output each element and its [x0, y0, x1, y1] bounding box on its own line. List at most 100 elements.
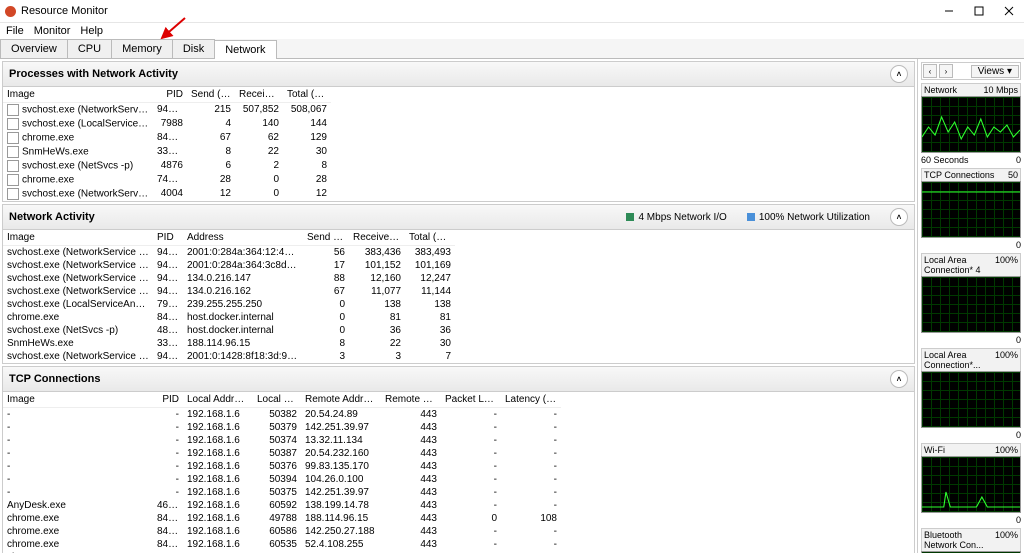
- cell: -: [501, 460, 561, 473]
- cell: 0: [235, 173, 283, 187]
- checkbox[interactable]: [7, 174, 19, 186]
- panel-tcp-title: TCP Connections: [9, 373, 100, 385]
- cell: chrome.exe: [3, 538, 153, 551]
- cell: -: [501, 408, 561, 421]
- tab-disk[interactable]: Disk: [172, 39, 215, 58]
- panel-activity-header[interactable]: Network Activity 4 Mbps Network I/O 100%…: [3, 205, 914, 230]
- tab-cpu[interactable]: CPU: [67, 39, 112, 58]
- chevron-down-icon: ▾: [1007, 66, 1012, 77]
- column-header[interactable]: Packet Loss (%): [441, 392, 501, 408]
- checkbox[interactable]: [7, 118, 19, 130]
- close-button[interactable]: [994, 0, 1024, 22]
- panel-processes-title: Processes with Network Activity: [9, 68, 178, 80]
- column-header[interactable]: Local Port: [253, 392, 301, 408]
- cell: chrome.exe: [3, 173, 153, 187]
- chart-footer: 60 Seconds0: [921, 155, 1021, 165]
- cell: 4004: [153, 187, 187, 201]
- main-area: Processes with Network Activity ˄ ImageP…: [0, 59, 918, 553]
- cell: -: [441, 525, 501, 538]
- cell: -: [441, 551, 501, 553]
- column-header[interactable]: PID: [153, 392, 183, 408]
- column-header[interactable]: Send (B/sec): [303, 230, 349, 246]
- chevron-up-icon[interactable]: ˄: [890, 370, 908, 388]
- cell: 56: [303, 246, 349, 259]
- cell: 4688: [153, 499, 183, 512]
- cell: 12,247: [405, 272, 455, 285]
- chart-title: Local Area Connection*...: [924, 350, 995, 370]
- column-header[interactable]: Image: [3, 87, 153, 103]
- cell: 443: [381, 434, 441, 447]
- arrow-left-icon[interactable]: ‹: [923, 64, 937, 78]
- cell: 60535: [253, 538, 301, 551]
- cell: 192.168.1.6: [183, 512, 253, 525]
- column-header[interactable]: Latency (ms): [501, 392, 561, 408]
- cell: 192.168.1.6: [183, 486, 253, 499]
- column-header[interactable]: Image: [3, 392, 153, 408]
- checkbox[interactable]: [7, 104, 19, 116]
- minimize-button[interactable]: [934, 0, 964, 22]
- cell: 50394: [253, 473, 301, 486]
- cell: svchost.exe (NetworkService -p): [3, 285, 153, 298]
- column-header[interactable]: PID: [153, 230, 183, 246]
- cell: 383,493: [405, 246, 455, 259]
- checkbox[interactable]: [7, 146, 19, 158]
- indicator-network-util: 100% Network Utilization: [759, 212, 870, 223]
- panel-tcp-header[interactable]: TCP Connections ˄: [3, 367, 914, 392]
- column-header[interactable]: Remote Port: [381, 392, 441, 408]
- column-header[interactable]: PID: [153, 87, 187, 103]
- tab-overview[interactable]: Overview: [0, 39, 68, 58]
- menu-help[interactable]: Help: [80, 25, 103, 37]
- chevron-up-icon[interactable]: ˄: [890, 65, 908, 83]
- cell: 50379: [253, 421, 301, 434]
- panel-tcp: TCP Connections ˄ ImagePIDLocal AddressL…: [2, 366, 915, 553]
- views-dropdown[interactable]: Views ▾: [971, 65, 1019, 78]
- panel-processes-header[interactable]: Processes with Network Activity ˄: [3, 62, 914, 87]
- tab-network[interactable]: Network: [214, 40, 276, 59]
- column-header[interactable]: Total (B/sec): [405, 230, 455, 246]
- cell: 8: [303, 337, 349, 350]
- arrow-right-icon[interactable]: ›: [939, 64, 953, 78]
- cell: svchost.exe (LocalServiceAndNoImpersonat…: [3, 117, 153, 131]
- cell: -: [441, 447, 501, 460]
- cell: 62: [235, 131, 283, 145]
- checkbox[interactable]: [7, 132, 19, 144]
- cell: 11,144: [405, 285, 455, 298]
- checkbox[interactable]: [7, 188, 19, 200]
- cell: 17: [303, 259, 349, 272]
- column-header[interactable]: Receive (B/sec): [235, 87, 283, 103]
- column-header[interactable]: Total (B/sec): [283, 87, 331, 103]
- cell: chrome.exe: [3, 512, 153, 525]
- column-header[interactable]: Remote Address: [301, 392, 381, 408]
- cell: 50387: [253, 447, 301, 460]
- side-panel: ‹ › Views ▾ Network10 Mbps60 Seconds0TCP…: [918, 59, 1024, 553]
- chart-header: Network10 Mbps: [921, 83, 1021, 96]
- cell: 443: [381, 551, 441, 553]
- panel-activity: Network Activity 4 Mbps Network I/O 100%…: [2, 204, 915, 364]
- cell: 4876: [153, 159, 187, 173]
- maximize-button[interactable]: [964, 0, 994, 22]
- cell: 239.255.255.250: [183, 298, 303, 311]
- column-header[interactable]: Send (B/sec): [187, 87, 235, 103]
- column-header[interactable]: Address: [183, 230, 303, 246]
- tab-memory[interactable]: Memory: [111, 39, 173, 58]
- column-header[interactable]: Image: [3, 230, 153, 246]
- cell: 74084: [153, 173, 187, 187]
- cell: 28: [187, 173, 235, 187]
- cell: 192.168.1.6: [183, 460, 253, 473]
- menu-monitor[interactable]: Monitor: [34, 25, 71, 37]
- menu-file[interactable]: File: [6, 25, 24, 37]
- cell: 94412: [153, 272, 183, 285]
- cell: -: [441, 538, 501, 551]
- checkbox[interactable]: [7, 160, 19, 172]
- column-header[interactable]: Receive (B/sec): [349, 230, 405, 246]
- chart-scale: 100%: [995, 350, 1018, 370]
- chevron-up-icon[interactable]: ˄: [890, 208, 908, 226]
- column-header[interactable]: Local Address: [183, 392, 253, 408]
- cell: 94412: [153, 103, 187, 117]
- cell: 22: [349, 337, 405, 350]
- cell: -: [441, 460, 501, 473]
- chart-title: Local Area Connection* 4: [924, 255, 995, 275]
- cell: 443: [381, 460, 441, 473]
- cell: -: [501, 538, 561, 551]
- cell: 94412: [153, 259, 183, 272]
